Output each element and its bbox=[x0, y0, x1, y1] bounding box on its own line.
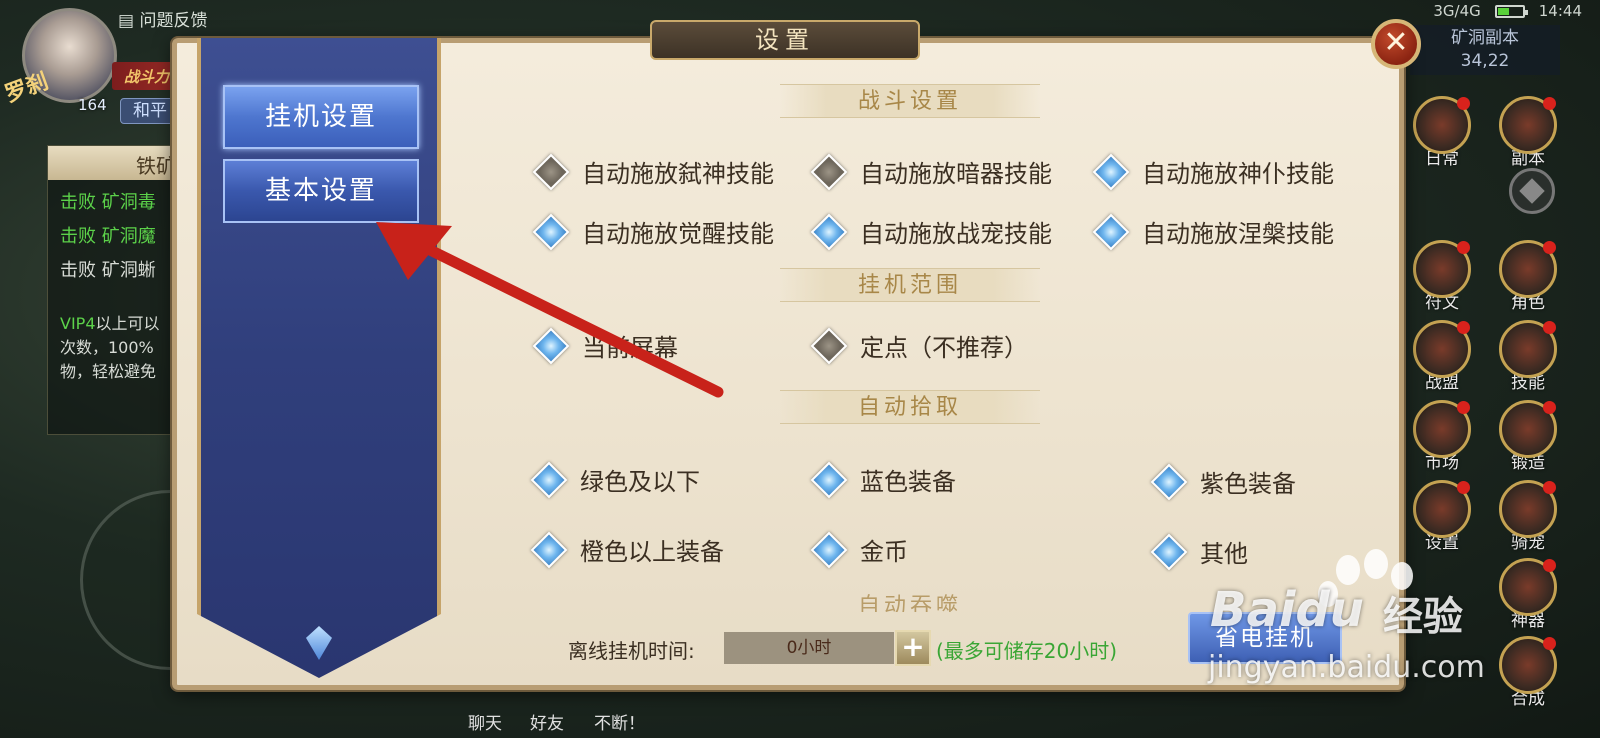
side-button-daily[interactable]: 日常 bbox=[1412, 96, 1472, 169]
side-button-artifact[interactable]: 神器 bbox=[1498, 558, 1558, 631]
quest-line: 击败 矿洞魔 bbox=[60, 226, 156, 247]
side-button-rune[interactable]: 符文 bbox=[1412, 240, 1472, 313]
rune-icon bbox=[1413, 240, 1471, 298]
checkbox-diamond-icon bbox=[532, 213, 570, 250]
battery-icon bbox=[1494, 4, 1528, 18]
synthesis-icon bbox=[1499, 636, 1557, 694]
character-icon bbox=[1499, 240, 1557, 298]
option-pickup-gold[interactable]: 金币 bbox=[810, 531, 908, 568]
checkbox-diamond-icon bbox=[810, 461, 848, 498]
side-button-market[interactable]: 市场 bbox=[1412, 400, 1472, 473]
network-indicator: 3G/4G bbox=[1433, 2, 1481, 20]
map-name: 矿洞副本 bbox=[1451, 28, 1519, 48]
checkbox-diamond-icon bbox=[810, 531, 848, 568]
offline-time-note: (最多可储存20小时) bbox=[936, 639, 1118, 663]
side-button-forge[interactable]: 锻造 bbox=[1498, 400, 1558, 473]
option-pickup-other[interactable]: 其他 bbox=[1150, 533, 1248, 570]
section-title-pickup: 自动拾取 bbox=[780, 390, 1040, 424]
status-bar: 3G/4G 14:44 bbox=[1433, 2, 1582, 20]
checkbox-diamond-icon bbox=[532, 153, 570, 190]
friends-button[interactable]: 好友 bbox=[530, 709, 564, 734]
guild-icon bbox=[1413, 320, 1471, 378]
watermark-brand: Baidu bbox=[1210, 582, 1364, 638]
side-button-skills[interactable]: 技能 bbox=[1498, 320, 1558, 393]
checkbox-diamond-icon bbox=[530, 461, 568, 498]
daily-icon bbox=[1413, 96, 1471, 154]
add-offline-time-button[interactable]: + bbox=[895, 630, 931, 666]
side-button-settings[interactable]: 设置 bbox=[1412, 480, 1472, 553]
tab-auto-battle-settings[interactable]: 挂机设置 bbox=[223, 85, 419, 149]
close-button[interactable]: ✕ bbox=[1371, 19, 1421, 69]
quest-vip-text: VIP4以上可以 次数，100% 物，轻松避免 bbox=[60, 314, 160, 381]
section-title-range: 挂机范围 bbox=[780, 268, 1040, 302]
side-button-synthesis[interactable]: 合成 bbox=[1498, 636, 1558, 709]
checkbox-diamond-icon bbox=[1092, 153, 1130, 190]
offline-time-field[interactable]: 0小时 bbox=[724, 632, 894, 664]
watermark-url: jingyan.baidu.com bbox=[1208, 650, 1485, 685]
checkbox-diamond-icon bbox=[1092, 213, 1130, 250]
option-auto-servant-skill[interactable]: 自动施放神仆技能 bbox=[1092, 153, 1334, 190]
side-button-guild[interactable]: 战盟 bbox=[1412, 320, 1472, 393]
gear-icon bbox=[1413, 480, 1471, 538]
bottom-message: 不断！ bbox=[594, 714, 645, 734]
watermark-sub: 经验 bbox=[1383, 594, 1463, 640]
option-fixed-point[interactable]: 定点（不推荐） bbox=[810, 327, 1028, 364]
chat-button[interactable]: 聊天 bbox=[468, 709, 502, 734]
section-title-combat: 战斗设置 bbox=[780, 84, 1040, 118]
option-auto-nirvana-skill[interactable]: 自动施放涅槃技能 bbox=[1092, 213, 1334, 250]
option-pickup-purple[interactable]: 紫色装备 bbox=[1150, 463, 1296, 500]
option-auto-awakening-skill[interactable]: 自动施放觉醒技能 bbox=[532, 213, 774, 250]
side-button-mount[interactable]: 骑宠 bbox=[1498, 480, 1558, 553]
option-auto-pet-skill[interactable]: 自动施放战宠技能 bbox=[810, 213, 1052, 250]
option-auto-hidden-weapon-skill[interactable]: 自动施放暗器技能 bbox=[810, 153, 1052, 190]
dialog-title: 设置 bbox=[650, 20, 920, 60]
option-pickup-orange[interactable]: 橙色以上装备 bbox=[530, 531, 724, 568]
minimap-info[interactable]: 矿洞副本 34,22 bbox=[1410, 25, 1560, 75]
forge-icon bbox=[1499, 400, 1557, 458]
skills-icon bbox=[1499, 320, 1557, 378]
checkbox-diamond-icon bbox=[530, 531, 568, 568]
checkbox-diamond-icon bbox=[532, 327, 570, 364]
quest-title: 铁矿 bbox=[48, 146, 186, 180]
mount-icon bbox=[1499, 480, 1557, 538]
expand-menu-icon[interactable] bbox=[1509, 168, 1555, 214]
option-pickup-green[interactable]: 绿色及以下 bbox=[530, 461, 700, 498]
option-auto-godslayer-skill[interactable]: 自动施放弑神技能 bbox=[532, 153, 774, 190]
option-pickup-blue[interactable]: 蓝色装备 bbox=[810, 461, 956, 498]
offline-time-label: 离线挂机时间: bbox=[568, 639, 695, 663]
tab-basic-settings[interactable]: 基本设置 bbox=[223, 159, 419, 223]
option-current-screen[interactable]: 当前屏幕 bbox=[532, 327, 678, 364]
player-level: 164 bbox=[78, 96, 107, 114]
quest-tracker[interactable]: 铁矿 击败 矿洞毒 击败 矿洞魔 击败 矿洞蜥 VIP4以上可以 次数，100%… bbox=[47, 145, 187, 435]
market-icon bbox=[1413, 400, 1471, 458]
dungeon-icon bbox=[1499, 96, 1557, 154]
quest-line: 击败 矿洞蜥 bbox=[60, 260, 156, 281]
checkbox-diamond-icon bbox=[810, 153, 848, 190]
checkbox-diamond-icon bbox=[1150, 463, 1188, 500]
checkbox-diamond-icon bbox=[810, 213, 848, 250]
quest-line: 击败 矿洞毒 bbox=[60, 192, 156, 213]
close-icon: ✕ bbox=[1383, 25, 1409, 60]
checkbox-diamond-icon bbox=[810, 327, 848, 364]
clock: 14:44 bbox=[1538, 2, 1582, 20]
checkbox-diamond-icon bbox=[1150, 533, 1188, 570]
feedback-link[interactable]: ▤ 问题反馈 bbox=[118, 6, 207, 31]
pk-mode-button[interactable]: 和平 bbox=[120, 98, 180, 124]
artifact-icon bbox=[1499, 558, 1557, 616]
map-coords: 34,22 bbox=[1460, 51, 1510, 71]
section-title-devour: 自动吞噬 bbox=[857, 594, 962, 612]
side-button-dungeon[interactable]: 副本 bbox=[1498, 96, 1558, 169]
side-button-character[interactable]: 角色 bbox=[1498, 240, 1558, 313]
